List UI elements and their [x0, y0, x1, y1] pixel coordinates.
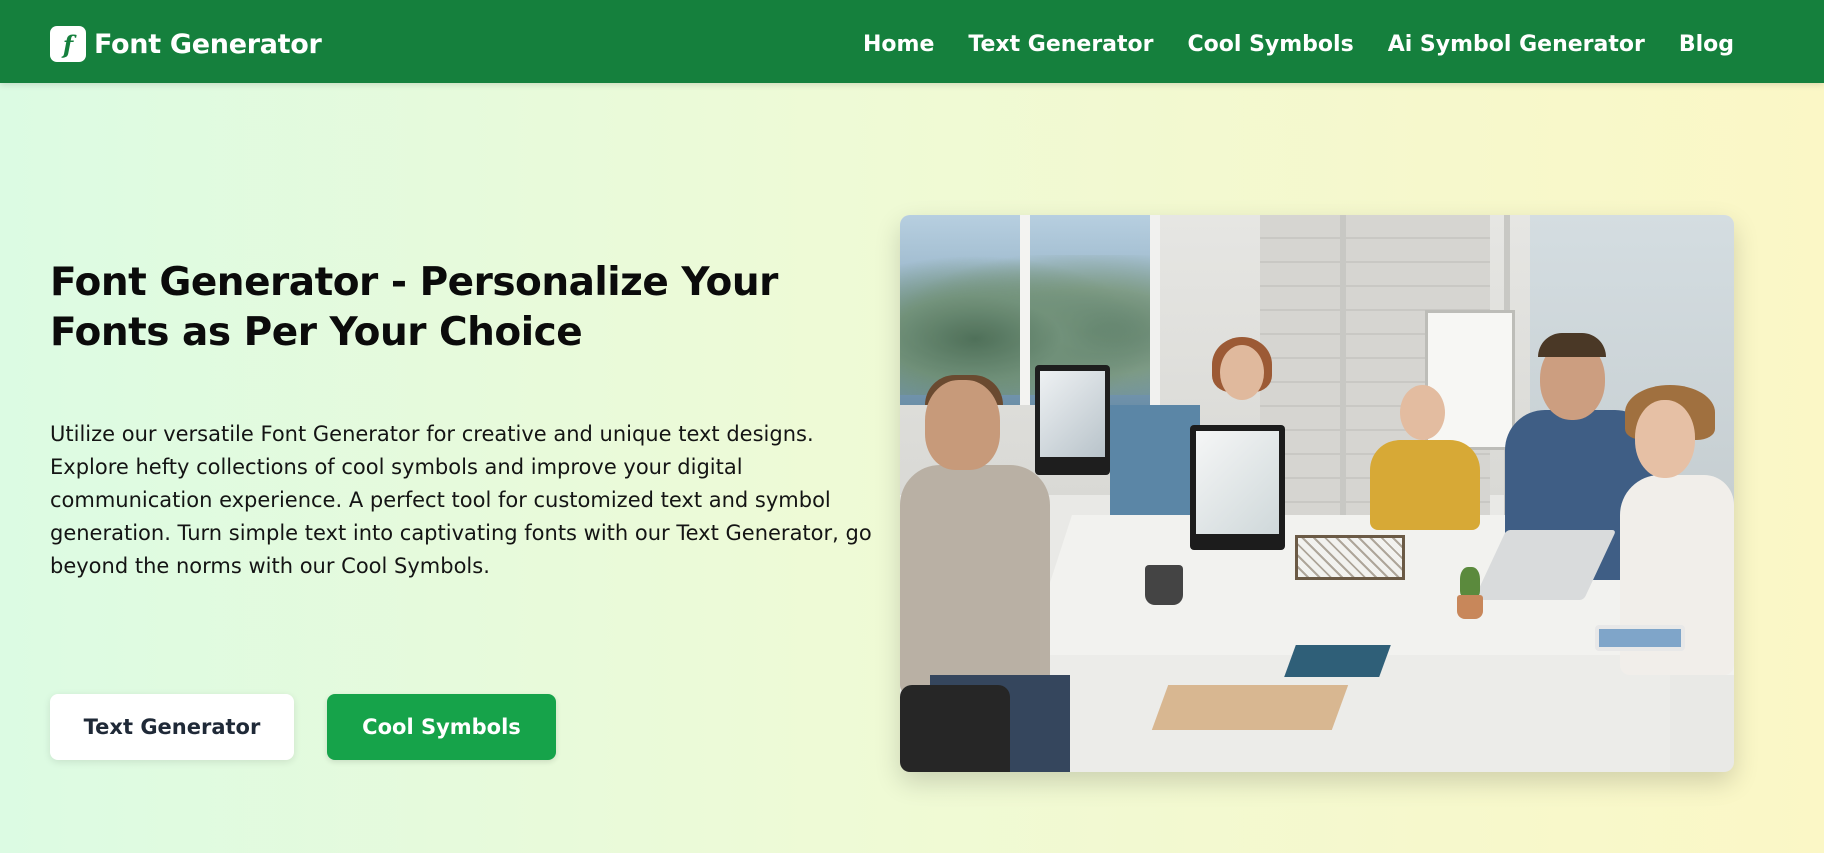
brand-name: Font Generator	[94, 28, 322, 60]
nav-home[interactable]: Home	[863, 32, 934, 57]
cool-symbols-button[interactable]: Cool Symbols	[327, 694, 556, 760]
image-plant-pot	[1457, 595, 1483, 619]
font-f-icon: f	[50, 26, 86, 62]
image-tablet	[1595, 625, 1685, 651]
image-plant	[1460, 567, 1480, 597]
image-wire-basket	[1295, 535, 1405, 580]
image-screen-back	[1040, 371, 1105, 457]
site-header: f Font Generator Home Text Generator Coo…	[0, 0, 1824, 83]
hero-description: Utilize our versatile Font Generator for…	[50, 422, 872, 578]
hero-title: Font Generator - Personalize Your Fonts …	[50, 260, 778, 355]
image-notebook	[1284, 645, 1391, 677]
image-woman-head	[1220, 345, 1264, 400]
image-man-standing-hair	[1538, 333, 1606, 357]
image-window-frame	[1020, 215, 1030, 405]
image-man-seated-body	[900, 465, 1050, 695]
image-mug	[1145, 565, 1183, 605]
brand-logo-link[interactable]: f Font Generator	[50, 26, 322, 62]
text-generator-button[interactable]: Text Generator	[50, 694, 294, 760]
nav-blog[interactable]: Blog	[1679, 32, 1734, 57]
image-clipboard	[1151, 685, 1349, 730]
main-nav: Home Text Generator Cool Symbols Ai Symb…	[863, 27, 1734, 61]
image-partition	[1110, 405, 1200, 515]
image-office-chair	[900, 685, 1010, 772]
image-man-seated-head	[925, 380, 1000, 470]
nav-text-generator[interactable]: Text Generator	[968, 32, 1153, 57]
nav-cool-symbols[interactable]: Cool Symbols	[1188, 32, 1354, 57]
image-girl-head	[1635, 400, 1695, 478]
image-boy-body	[1370, 440, 1480, 530]
image-screen-front	[1196, 431, 1279, 534]
nav-ai-symbol-generator[interactable]: Ai Symbol Generator	[1388, 32, 1645, 57]
hero-office-image	[900, 215, 1734, 772]
image-boy-head	[1400, 385, 1445, 440]
